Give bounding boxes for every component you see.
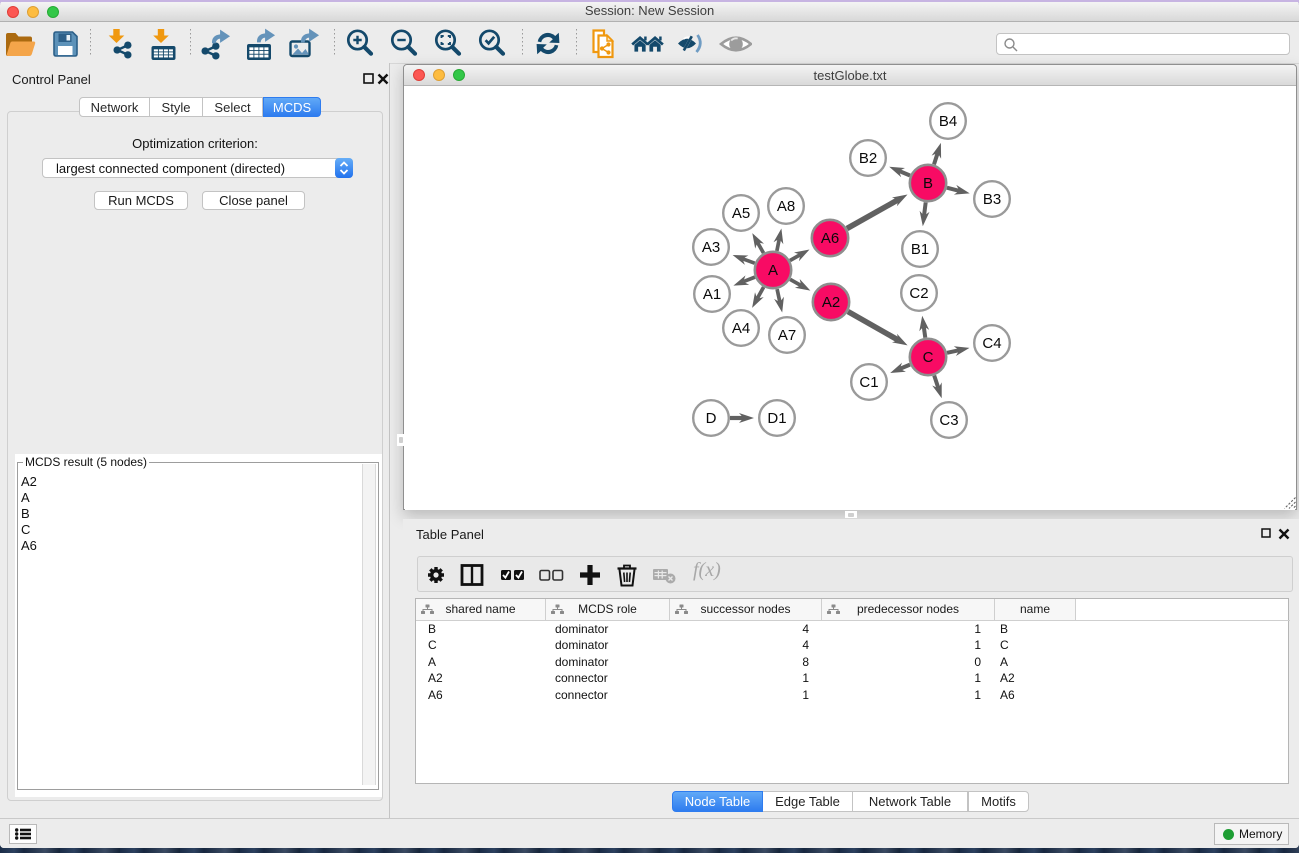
svg-text:A7: A7 bbox=[778, 327, 796, 344]
svg-text:A6: A6 bbox=[821, 230, 839, 247]
svg-text:A3: A3 bbox=[702, 239, 720, 256]
svg-text:A5: A5 bbox=[732, 205, 750, 222]
svg-text:A2: A2 bbox=[822, 294, 840, 311]
svg-text:A1: A1 bbox=[703, 286, 721, 303]
svg-text:A8: A8 bbox=[777, 198, 795, 215]
svg-text:A: A bbox=[768, 262, 778, 279]
svg-text:B1: B1 bbox=[911, 241, 929, 258]
svg-text:C4: C4 bbox=[982, 335, 1001, 352]
svg-text:D1: D1 bbox=[767, 410, 786, 427]
svg-text:D: D bbox=[706, 410, 717, 427]
svg-text:C3: C3 bbox=[939, 412, 958, 429]
svg-text:C1: C1 bbox=[859, 374, 878, 391]
svg-text:B4: B4 bbox=[939, 113, 957, 130]
svg-text:C: C bbox=[923, 349, 934, 366]
svg-text:B: B bbox=[923, 175, 933, 192]
svg-text:B3: B3 bbox=[983, 191, 1001, 208]
svg-text:A4: A4 bbox=[732, 320, 750, 337]
svg-text:C2: C2 bbox=[909, 285, 928, 302]
svg-text:B2: B2 bbox=[859, 150, 877, 167]
